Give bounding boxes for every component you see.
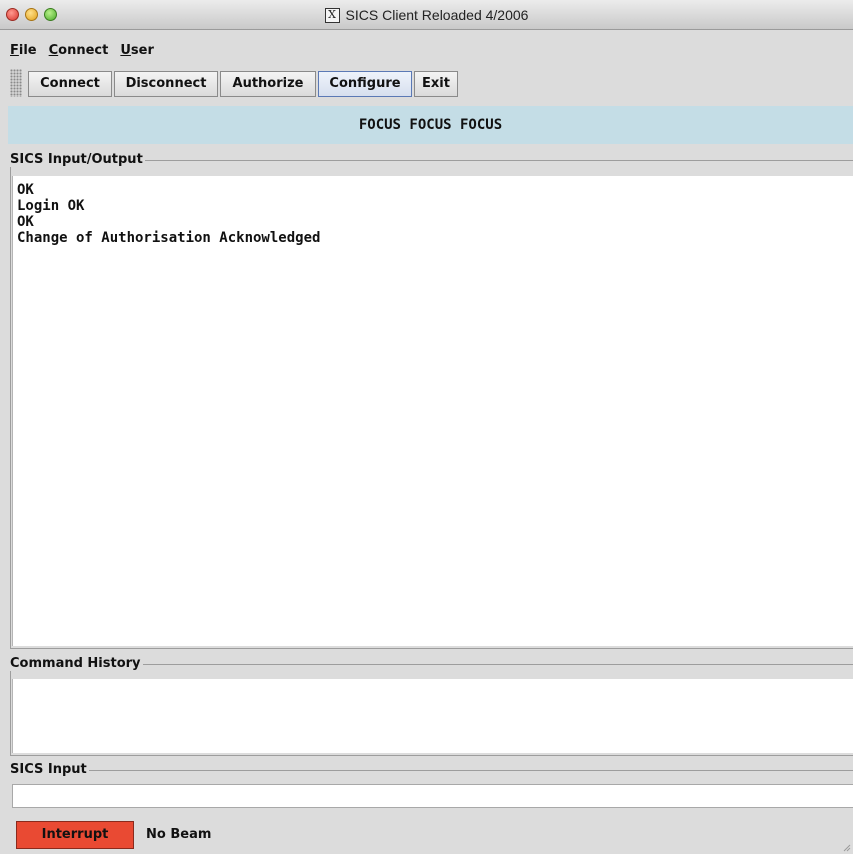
sics-command-input[interactable] [12, 784, 853, 808]
io-line: OK [17, 214, 34, 230]
io-line: OK [17, 182, 34, 198]
io-line: Change of Authorisation Acknowledged [17, 230, 321, 246]
interrupt-button[interactable]: Interrupt [16, 821, 134, 849]
menu-connect[interactable]: Connect [49, 43, 109, 58]
io-panel-title: SICS Input/Output [8, 152, 145, 167]
io-line: Login OK [17, 198, 85, 214]
toolbar-grip-handle[interactable] [10, 69, 22, 97]
command-history-list[interactable] [12, 679, 853, 753]
status-bar: Interrupt No Beam [0, 814, 853, 854]
toolbar: Connect Disconnect Authorize Configure E… [0, 64, 853, 100]
menu-file-mnemonic: F [10, 42, 19, 58]
menu-connect-label: onnect [58, 42, 109, 58]
menu-bar: File Connect User [0, 38, 853, 62]
menu-file-label: ile [18, 42, 37, 58]
window-title: SICS Client Reloaded 4/2006 [345, 7, 529, 23]
window-title-wrap: X SICS Client Reloaded 4/2006 [0, 0, 853, 30]
x11-icon: X [324, 7, 340, 23]
title-bar: X SICS Client Reloaded 4/2006 [0, 0, 853, 30]
menu-user-mnemonic: U [120, 42, 131, 58]
exit-button[interactable]: Exit [414, 71, 458, 97]
history-panel-title: Command History [8, 656, 143, 671]
instrument-banner-text: FOCUS FOCUS FOCUS [358, 117, 503, 133]
resize-grip-icon[interactable] [841, 842, 851, 852]
beam-status: No Beam [146, 827, 212, 842]
menu-connect-mnemonic: C [48, 42, 59, 58]
input-panel-title: SICS Input [8, 762, 89, 777]
menu-user-label: ser [130, 42, 154, 58]
io-output-area[interactable]: OK Login OK OK Change of Authorisation A… [12, 176, 853, 646]
configure-button[interactable]: Configure [318, 71, 412, 97]
disconnect-button[interactable]: Disconnect [114, 71, 218, 97]
connect-button[interactable]: Connect [28, 71, 112, 97]
authorize-button[interactable]: Authorize [220, 71, 316, 97]
instrument-banner: FOCUS FOCUS FOCUS [8, 106, 853, 144]
menu-file[interactable]: File [10, 43, 37, 58]
menu-user[interactable]: User [120, 43, 154, 58]
